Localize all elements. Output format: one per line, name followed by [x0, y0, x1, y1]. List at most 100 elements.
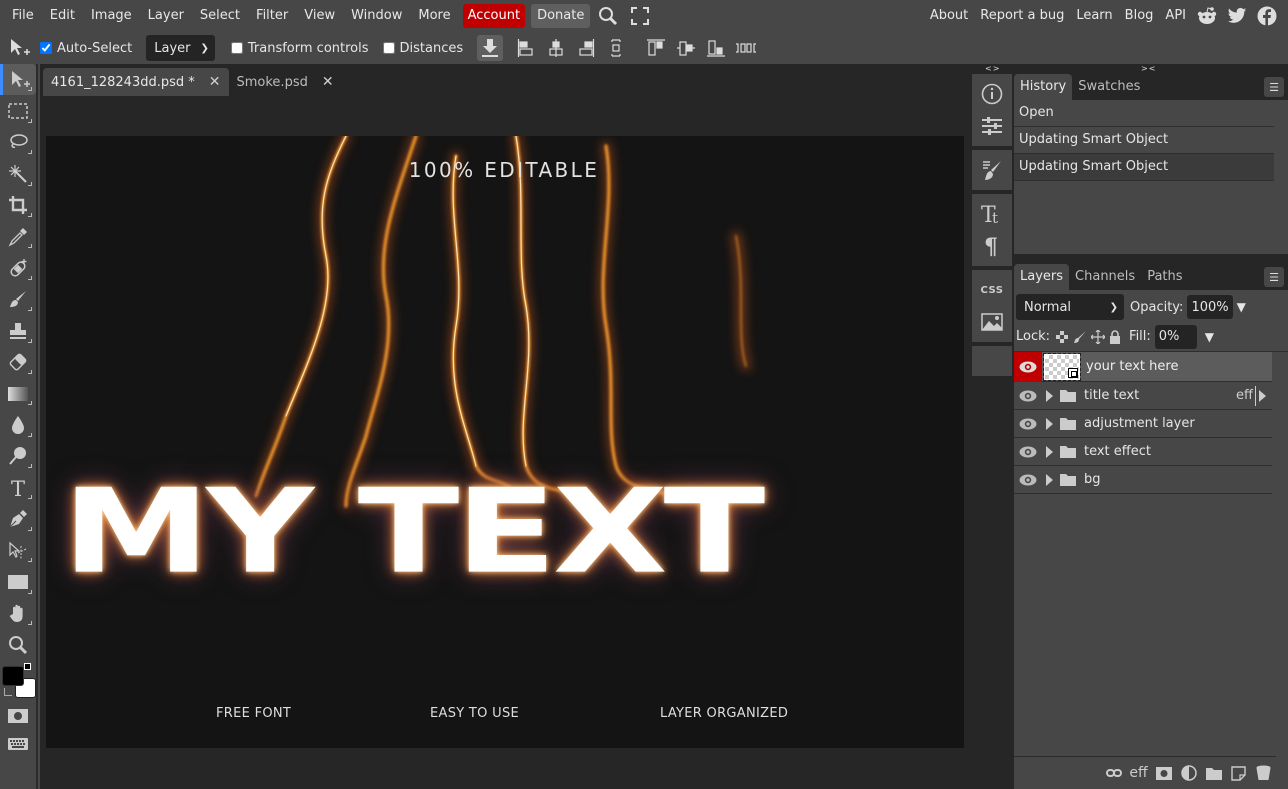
magic-wand-tool[interactable] [0, 158, 36, 189]
eraser-tool[interactable] [0, 347, 36, 378]
visibility-eye-icon[interactable] [1014, 438, 1042, 466]
hamburger-menu-icon[interactable]: ☰ [1264, 267, 1284, 287]
layer-effects-button[interactable]: eff [1126, 761, 1151, 785]
css-panel-button[interactable]: CSS [972, 274, 1012, 306]
stamp-tool[interactable] [0, 315, 36, 346]
document-tab-smoke[interactable]: Smoke.psd ✕ [229, 68, 342, 96]
layer-row[interactable]: title text eff [1014, 382, 1272, 410]
menu-filter[interactable]: Filter [248, 4, 296, 28]
foreground-color[interactable] [2, 666, 24, 687]
collapse-left-handle[interactable]: <> [985, 64, 1000, 73]
align-left-icon[interactable] [511, 35, 541, 61]
new-group-icon[interactable] [1201, 761, 1226, 785]
align-center-h-icon[interactable] [541, 35, 571, 61]
layer-row-selected[interactable]: your text here [1014, 351, 1272, 382]
keyboard-button[interactable] [0, 732, 36, 756]
align-bottom-icon[interactable] [701, 35, 731, 61]
facebook-icon[interactable] [1252, 4, 1282, 28]
quick-mask-button[interactable] [0, 700, 36, 731]
move-tool[interactable] [0, 64, 36, 96]
paragraph-panel-button[interactable]: ¶ [972, 230, 1012, 262]
crop-tool[interactable] [0, 190, 36, 221]
fullscreen-icon[interactable] [626, 4, 654, 28]
blend-mode-dropdown[interactable]: Normal ❯ [1016, 294, 1124, 320]
history-item[interactable]: Open [1014, 100, 1274, 127]
menu-window[interactable]: Window [343, 4, 410, 28]
eyedropper-tool[interactable] [0, 221, 36, 252]
layer-row[interactable]: adjustment layer [1014, 410, 1272, 438]
fill-input[interactable]: 0% [1154, 324, 1197, 349]
menu-image[interactable]: Image [83, 4, 140, 28]
default-colors-icon[interactable] [24, 663, 31, 671]
brush-settings-button[interactable] [972, 154, 1012, 186]
menu-select[interactable]: Select [192, 4, 248, 28]
link-layers-icon[interactable] [1101, 761, 1126, 785]
expand-arrow-icon[interactable] [1042, 445, 1056, 458]
add-mask-icon[interactable] [1151, 761, 1176, 785]
brush-tool[interactable] [0, 284, 36, 315]
distances-input[interactable] [382, 42, 395, 54]
document-tab-active[interactable]: 4161_128243dd.psd * ✕ [43, 68, 229, 96]
lasso-tool[interactable] [0, 127, 36, 158]
marquee-tool[interactable] [0, 95, 36, 126]
menu-edit[interactable]: Edit [42, 4, 83, 28]
learn-link[interactable]: Learn [1070, 4, 1118, 28]
history-item[interactable]: Updating Smart Object [1014, 127, 1274, 154]
distances-checkbox[interactable]: Distances [382, 41, 463, 56]
lock-all-icon[interactable] [1109, 329, 1121, 344]
healing-tool[interactable] [0, 252, 36, 283]
report-bug-link[interactable]: Report a bug [974, 4, 1070, 28]
reddit-icon[interactable] [1192, 4, 1222, 28]
hand-tool[interactable] [0, 598, 36, 629]
delete-layer-icon[interactable] [1251, 761, 1276, 785]
visibility-eye-icon[interactable] [1014, 351, 1042, 382]
menu-layer[interactable]: Layer [140, 4, 192, 28]
shape-tool[interactable] [0, 566, 36, 597]
dodge-tool[interactable] [0, 441, 36, 472]
visibility-eye-icon[interactable] [1014, 466, 1042, 494]
gradient-tool[interactable] [0, 378, 36, 409]
menu-more[interactable]: More [410, 4, 458, 28]
expand-arrow-icon[interactable] [1042, 389, 1056, 402]
align-right-icon[interactable] [571, 35, 601, 61]
zoom-tool[interactable] [0, 629, 36, 660]
path-select-tool[interactable] [0, 535, 36, 566]
close-icon[interactable]: ✕ [322, 74, 334, 90]
auto-select-target-dropdown[interactable]: Layer ❯ [146, 35, 215, 61]
auto-select-checkbox[interactable]: Auto-Select [40, 41, 132, 56]
donate-button[interactable]: Donate [531, 4, 591, 28]
transform-controls-input[interactable] [230, 42, 243, 54]
blur-tool[interactable] [0, 409, 36, 440]
account-button[interactable]: Account [462, 4, 526, 28]
opacity-input[interactable]: 100% [1187, 295, 1233, 319]
download-icon[interactable] [477, 35, 504, 61]
hamburger-menu-icon[interactable]: ☰ [1264, 77, 1284, 97]
layer-effects-toggle[interactable]: eff [1236, 385, 1266, 406]
auto-select-input[interactable] [40, 42, 52, 54]
blog-link[interactable]: Blog [1119, 4, 1160, 28]
lock-position-icon[interactable] [1091, 329, 1106, 344]
api-link[interactable]: API [1159, 4, 1192, 28]
transform-controls-checkbox[interactable]: Transform controls [230, 41, 369, 56]
distribute-vertical-icon[interactable] [601, 35, 631, 61]
close-icon[interactable]: ✕ [209, 74, 221, 90]
pen-tool[interactable] [0, 503, 36, 534]
info-panel-button[interactable] [972, 78, 1012, 110]
about-link[interactable]: About [924, 4, 974, 28]
tab-layers[interactable]: Layers [1014, 264, 1070, 290]
character-panel-button[interactable]: Tt [972, 198, 1012, 230]
search-icon[interactable] [594, 4, 622, 28]
align-middle-icon[interactable] [671, 35, 701, 61]
opacity-dropdown-arrow-icon[interactable]: ▼ [1237, 300, 1246, 314]
tab-history[interactable]: History [1014, 74, 1073, 100]
lock-paint-icon[interactable] [1073, 330, 1087, 344]
fill-dropdown-arrow-icon[interactable]: ▼ [1205, 330, 1214, 344]
expand-arrow-icon[interactable] [1042, 417, 1056, 430]
tab-paths[interactable]: Paths [1141, 264, 1188, 290]
menu-file[interactable]: File [4, 4, 42, 28]
tab-channels[interactable]: Channels [1069, 264, 1141, 290]
lock-transparency-icon[interactable] [1056, 330, 1069, 343]
image-panel-button[interactable] [972, 306, 1012, 338]
distribute-horizontal-icon[interactable] [731, 35, 761, 61]
new-layer-icon[interactable] [1226, 761, 1251, 785]
